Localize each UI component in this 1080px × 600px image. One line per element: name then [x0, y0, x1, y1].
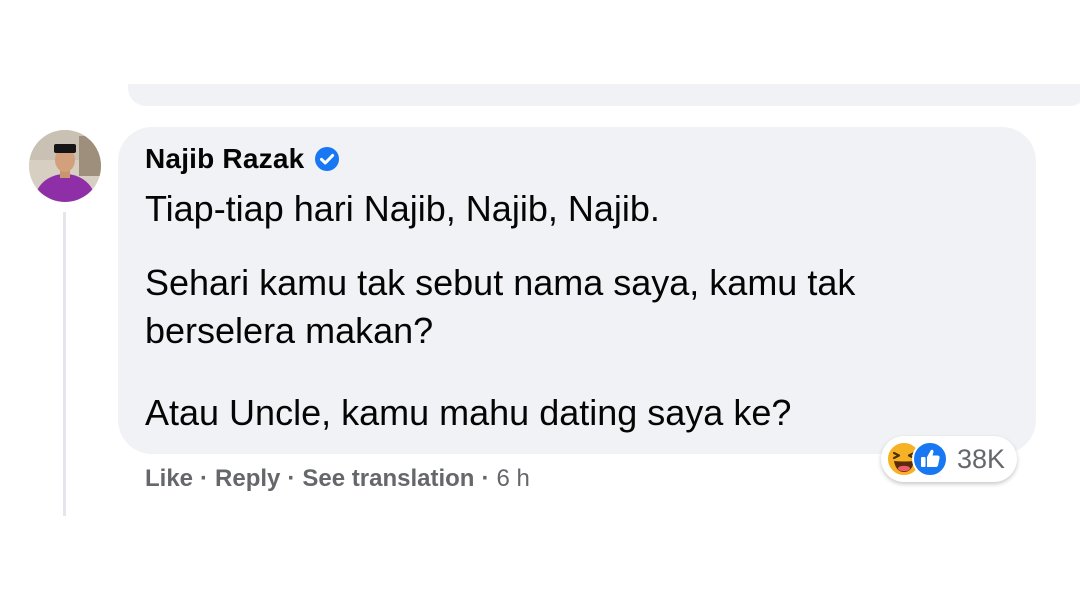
comment-text-line: Sehari kamu tak sebut nama saya, kamu ta…: [145, 262, 856, 303]
reply-button[interactable]: Reply: [215, 465, 280, 493]
reactions-summary[interactable]: 38K: [881, 436, 1018, 482]
author-row: Najib Razak: [145, 141, 340, 177]
reaction-count: 38K: [957, 443, 1006, 474]
author-name[interactable]: Najib Razak: [145, 143, 304, 175]
comment-text-line: berselera makan?: [145, 310, 434, 351]
avatar[interactable]: [29, 130, 101, 202]
separator-dot: ·: [200, 465, 209, 492]
avatar-image: [29, 130, 101, 202]
comment-actions: Like · Reply · See translation · 6 h: [145, 462, 530, 496]
separator-dot: ·: [287, 465, 296, 492]
comment-text-line: Atau Uncle, kamu mahu dating saya ke?: [145, 392, 792, 433]
verified-badge-icon: [314, 146, 340, 172]
comment-text-line: Tiap-tiap hari Najib, Najib, Najib.: [145, 188, 660, 229]
see-translation-link[interactable]: See translation: [302, 465, 474, 493]
comment-bubble: Najib Razak Tiap-tiap hari Najib, Najib,…: [118, 127, 1036, 454]
like-button[interactable]: Like: [145, 465, 193, 493]
thread-connector-line: [63, 212, 66, 516]
previous-comment-bubble: [128, 84, 1080, 106]
comment-timestamp[interactable]: 6 h: [496, 465, 529, 493]
separator-dot: ·: [481, 465, 490, 492]
like-icon: [911, 440, 949, 478]
